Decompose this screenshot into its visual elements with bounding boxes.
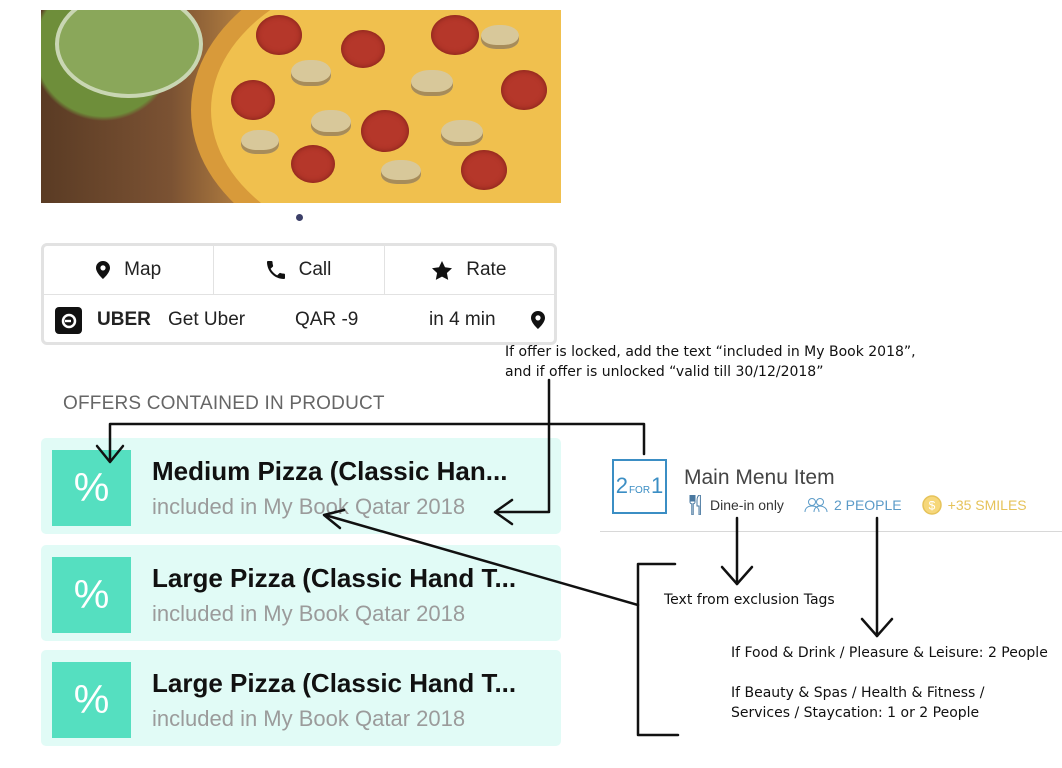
annotation-arrows [95,378,894,737]
arrow-bracket-to-subtitle [323,513,640,607]
arrow-badge-to-offer [108,422,646,462]
arrow-note-to-subtitle [495,378,551,514]
annotation-bracket [636,562,680,737]
